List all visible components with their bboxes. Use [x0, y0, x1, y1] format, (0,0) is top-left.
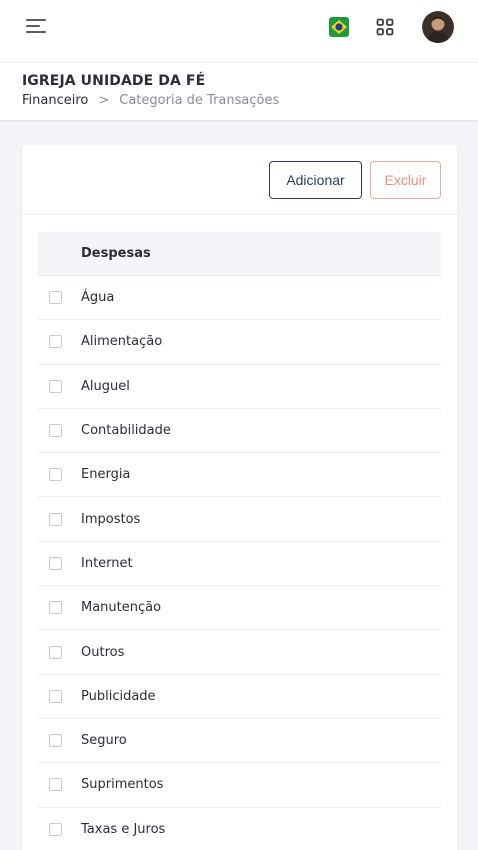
- table-row[interactable]: Energia: [38, 453, 441, 498]
- table-row[interactable]: Impostos: [38, 497, 441, 542]
- categories-table: Despesas Água Alimentação Aluguel Contabili…: [38, 232, 441, 850]
- page-header: IGREJA UNIDADE DA FÉ Financeiro > Catego…: [0, 63, 478, 121]
- breadcrumb-item-financeiro[interactable]: Financeiro: [22, 93, 88, 108]
- table-row[interactable]: Água: [38, 276, 441, 321]
- row-label: Seguro: [81, 733, 127, 749]
- row-checkbox[interactable]: [49, 512, 62, 526]
- row-checkbox[interactable]: [49, 734, 62, 748]
- row-checkbox[interactable]: [49, 379, 62, 393]
- row-checkbox[interactable]: [49, 468, 62, 482]
- add-button[interactable]: Adicionar: [269, 161, 362, 199]
- row-label: Impostos: [81, 511, 141, 527]
- delete-button[interactable]: Excluir: [370, 161, 441, 199]
- row-checkbox[interactable]: [49, 424, 62, 438]
- row-checkbox[interactable]: [49, 778, 62, 792]
- table-row[interactable]: Contabilidade: [38, 409, 441, 454]
- categories-card: Adicionar Excluir Despesas Água Alimentaç…: [22, 145, 457, 850]
- row-label: Energia: [81, 467, 131, 483]
- table-row[interactable]: Publicidade: [38, 675, 441, 719]
- row-label: Aluguel: [81, 378, 130, 394]
- row-label: Outros: [81, 644, 125, 660]
- table-row[interactable]: Aluguel: [38, 365, 441, 409]
- row-label: Água: [81, 290, 115, 306]
- row-checkbox[interactable]: [49, 645, 62, 659]
- table-row[interactable]: Outros: [38, 630, 441, 675]
- user-avatar[interactable]: [422, 11, 454, 43]
- table-row[interactable]: Alimentação: [38, 320, 441, 365]
- grid-apps-icon[interactable]: [376, 18, 394, 36]
- row-checkbox[interactable]: [49, 822, 62, 836]
- page-title: IGREJA UNIDADE DA FÉ: [22, 73, 206, 89]
- column-header-despesas: Despesas: [81, 246, 151, 261]
- row-checkbox[interactable]: [49, 689, 62, 703]
- table-row[interactable]: Internet: [38, 542, 441, 587]
- row-label: Internet: [81, 555, 133, 571]
- table-row[interactable]: Suprimentos: [38, 763, 441, 808]
- hamburger-menu-icon[interactable]: [26, 19, 48, 35]
- breadcrumb: Financeiro > Categoria de Transações: [22, 93, 279, 108]
- row-label: Taxas e Juros: [81, 821, 166, 837]
- row-checkbox[interactable]: [49, 291, 62, 305]
- row-checkbox[interactable]: [49, 601, 62, 615]
- breadcrumb-item-current: Categoria de Transações: [119, 93, 280, 108]
- top-navbar: [0, 0, 478, 63]
- breadcrumb-separator: >: [98, 93, 110, 108]
- table-row[interactable]: Manutenção: [38, 586, 441, 631]
- row-label: Contabilidade: [81, 423, 171, 439]
- table-row[interactable]: Seguro: [38, 719, 441, 764]
- table-row[interactable]: Taxas e Juros: [38, 808, 441, 850]
- row-label: Suprimentos: [81, 777, 164, 793]
- row-label: Manutenção: [81, 600, 162, 616]
- row-label: Publicidade: [81, 688, 156, 704]
- brazil-flag-icon[interactable]: [329, 17, 349, 37]
- row-label: Alimentação: [81, 334, 163, 350]
- row-checkbox[interactable]: [49, 556, 62, 570]
- table-header: Despesas: [38, 232, 441, 276]
- card-toolbar: Adicionar Excluir: [22, 145, 457, 215]
- row-checkbox[interactable]: [49, 335, 62, 349]
